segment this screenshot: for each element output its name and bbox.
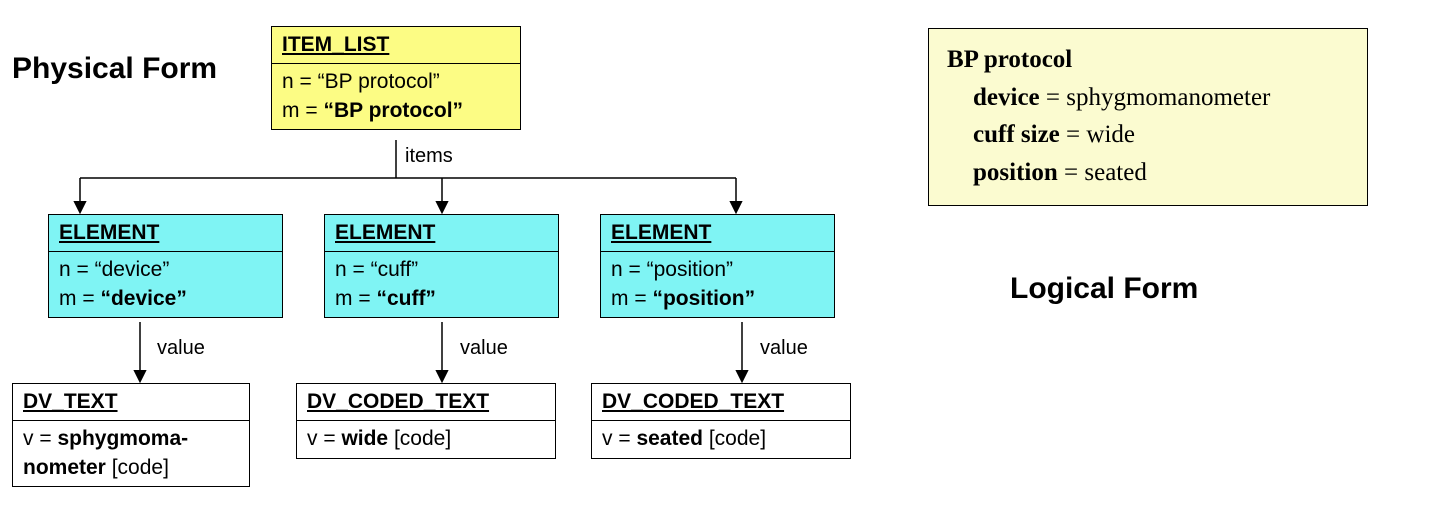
element-body: n = “cuff” m = “cuff” [325,252,558,317]
element-body: n = “position” m = “position” [601,252,834,317]
dv-body: v = sphygmoma- nometer [code] [13,421,249,486]
logical-form-box: BP protocol device = sphygmomanometer cu… [928,28,1368,206]
dv-body: v = seated [code] [592,421,850,457]
dv-header: DV_TEXT [13,384,249,421]
dv-coded-text-box: DV_CODED_TEXT v = wide [code] [296,383,556,459]
item-list-body: n = “BP protocol” m = “BP protocol” [272,64,520,129]
element-box-device: ELEMENT n = “device” m = “device” [48,214,283,318]
dv-header: DV_CODED_TEXT [297,384,555,421]
logical-form-heading: Logical Form [1010,272,1198,306]
logical-title: BP protocol [947,46,1072,73]
element-header: ELEMENT [325,215,558,252]
value-edge-label: value [460,337,508,360]
physical-form-heading: Physical Form [12,52,217,86]
element-header: ELEMENT [49,215,282,252]
element-header: ELEMENT [601,215,834,252]
dv-body: v = wide [code] [297,421,555,457]
element-body: n = “device” m = “device” [49,252,282,317]
item-list-box: ITEM_LIST n = “BP protocol” m = “BP prot… [271,26,521,130]
value-edge-label: value [157,337,205,360]
dv-text-box: DV_TEXT v = sphygmoma- nometer [code] [12,383,250,487]
value-edge-label: value [760,337,808,360]
dv-coded-text-box: DV_CODED_TEXT v = seated [code] [591,383,851,459]
element-box-position: ELEMENT n = “position” m = “position” [600,214,835,318]
dv-header: DV_CODED_TEXT [592,384,850,421]
items-edge-label: items [405,145,453,168]
element-box-cuff: ELEMENT n = “cuff” m = “cuff” [324,214,559,318]
item-list-header: ITEM_LIST [272,27,520,64]
